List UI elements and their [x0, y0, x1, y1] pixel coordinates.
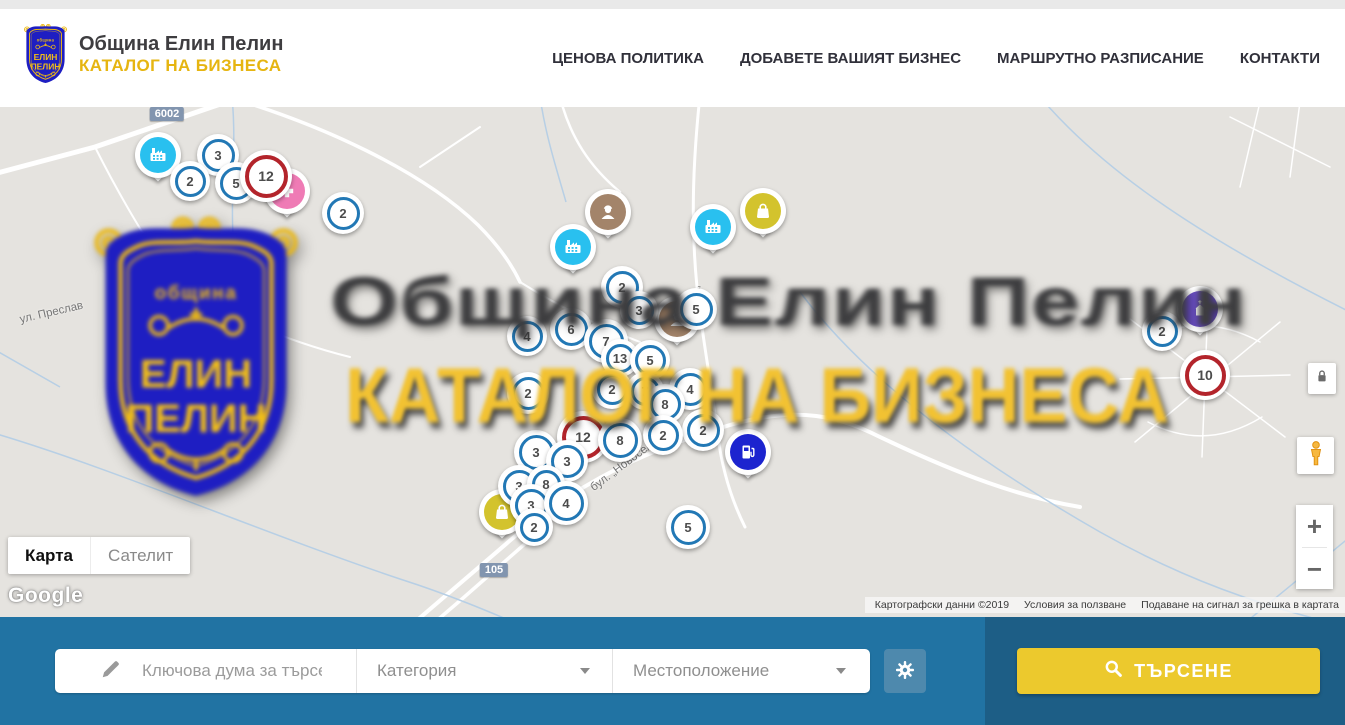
municipality-emblem-logo: община ЕЛИН ПЕЛИН — [22, 23, 69, 86]
zoom-in-button[interactable]: + — [1296, 505, 1333, 546]
cluster-count: 2 — [648, 420, 679, 451]
map-type-control: Карта Сателит — [8, 537, 190, 574]
main-nav: ЦЕНОВА ПОЛИТИКА ДОБАВЕТЕ ВАШИЯТ БИЗНЕС М… — [552, 9, 1320, 107]
cluster-count: 5 — [635, 345, 666, 376]
keyword-search-input[interactable] — [140, 660, 324, 682]
zoom-control: + − — [1296, 505, 1333, 589]
cluster-count: 6 — [555, 313, 588, 346]
map-type-satellite-button[interactable]: Сателит — [90, 537, 190, 574]
cluster-markers-layer: 325122235647135227482128233383425102 — [0, 107, 1345, 617]
header: община ЕЛИН ПЕЛИН Община Елин Пелин КАТА… — [0, 9, 1345, 107]
lock-control[interactable] — [1308, 363, 1336, 394]
keyword-field-wrap — [55, 649, 356, 693]
cluster-count: 2 — [512, 377, 545, 410]
cluster-count: 8 — [603, 423, 638, 458]
cluster-count: 5 — [680, 293, 713, 326]
cluster-marker[interactable]: 2 — [515, 508, 553, 546]
pencil-icon — [100, 658, 122, 685]
cluster-marker[interactable]: 2 — [322, 192, 364, 234]
cluster-count: 2 — [1147, 316, 1178, 347]
cluster-count: 10 — [1185, 355, 1226, 396]
cluster-marker[interactable]: 2 — [682, 409, 724, 451]
street-view-pegman-button[interactable] — [1297, 437, 1334, 474]
chevron-down-icon — [836, 668, 846, 674]
top-strip — [0, 0, 1345, 9]
cluster-count: 2 — [520, 513, 549, 542]
cluster-marker[interactable]: 5 — [666, 505, 710, 549]
cluster-count: 2 — [327, 197, 360, 230]
category-select-value: Категория — [377, 661, 580, 681]
gear-icon — [894, 659, 916, 684]
map-canvas[interactable]: 6002105ул. Преславбул. „Новоселция“ 3251… — [0, 107, 1345, 617]
cluster-marker[interactable]: 5 — [675, 288, 717, 330]
pegman-icon — [1304, 440, 1328, 471]
location-select[interactable]: Местоположение — [612, 649, 868, 693]
search-bar: Категория Местоположение ТЪРСЕНЕ — [0, 617, 1345, 725]
advanced-settings-button[interactable] — [884, 649, 926, 693]
nav-item-add-business[interactable]: ДОБАВЕТЕ ВАШИЯТ БИЗНЕС — [740, 50, 961, 67]
zoom-out-button[interactable]: − — [1296, 548, 1333, 589]
cluster-count: 5 — [671, 510, 706, 545]
google-logo: Google — [8, 584, 83, 608]
brand[interactable]: община ЕЛИН ПЕЛИН Община Елин Пелин КАТА… — [22, 23, 283, 86]
attribution-report-error-link[interactable]: Подаване на сигнал за грешка в картата — [1141, 599, 1339, 611]
cluster-count: 4 — [549, 486, 584, 521]
brand-subtitle: КАТАЛОГ НА БИЗНЕСА — [79, 56, 283, 76]
cluster-count: 2 — [597, 374, 628, 405]
search-button[interactable]: ТЪРСЕНЕ — [1017, 648, 1320, 694]
cluster-marker[interactable]: 3 — [620, 291, 658, 329]
svg-text:ПЕЛИН: ПЕЛИН — [31, 62, 61, 72]
svg-text:община: община — [37, 37, 55, 42]
attribution-terms-link[interactable]: Условия за ползване — [1024, 599, 1126, 611]
cluster-marker[interactable]: 12 — [240, 150, 292, 202]
cluster-marker[interactable]: 10 — [1180, 350, 1230, 400]
category-select[interactable]: Категория — [356, 649, 612, 693]
attribution-copyright: Картографски данни ©2019 — [875, 599, 1009, 611]
brand-title: Община Елин Пелин — [79, 33, 283, 56]
nav-item-pricing[interactable]: ЦЕНОВА ПОЛИТИКА — [552, 50, 704, 67]
map-type-map-button[interactable]: Карта — [8, 537, 90, 574]
location-select-value: Местоположение — [633, 661, 836, 681]
lock-icon — [1313, 367, 1331, 390]
search-inputs-group: Категория Местоположение — [55, 649, 870, 693]
brand-text: Община Елин Пелин КАТАЛОГ НА БИЗНЕСА — [79, 33, 283, 76]
cluster-count: 2 — [687, 414, 720, 447]
cluster-marker[interactable]: 4 — [507, 316, 547, 356]
cluster-marker[interactable]: 2 — [643, 415, 683, 455]
cluster-count: 12 — [245, 155, 288, 198]
cluster-marker[interactable]: 2 — [1142, 311, 1182, 351]
search-button-label: ТЪРСЕНЕ — [1134, 661, 1233, 682]
cluster-marker[interactable]: 2 — [170, 161, 210, 201]
page: община ЕЛИН ПЕЛИН Община Елин Пелин КАТА… — [0, 0, 1345, 725]
nav-item-route-schedule[interactable]: МАРШРУТНО РАЗПИСАНИЕ — [997, 50, 1204, 67]
cluster-count: 4 — [512, 321, 543, 352]
svg-text:ЕЛИН: ЕЛИН — [34, 52, 58, 62]
cluster-marker[interactable]: 2 — [507, 372, 549, 414]
cluster-count: 2 — [175, 166, 206, 197]
map-attribution: Картографски данни ©2019 Условия за полз… — [865, 597, 1345, 613]
chevron-down-icon — [580, 668, 590, 674]
nav-item-contacts[interactable]: КОНТАКТИ — [1240, 50, 1320, 67]
cluster-count: 3 — [625, 296, 654, 325]
search-icon — [1104, 659, 1123, 683]
cluster-marker[interactable]: 8 — [598, 418, 642, 462]
